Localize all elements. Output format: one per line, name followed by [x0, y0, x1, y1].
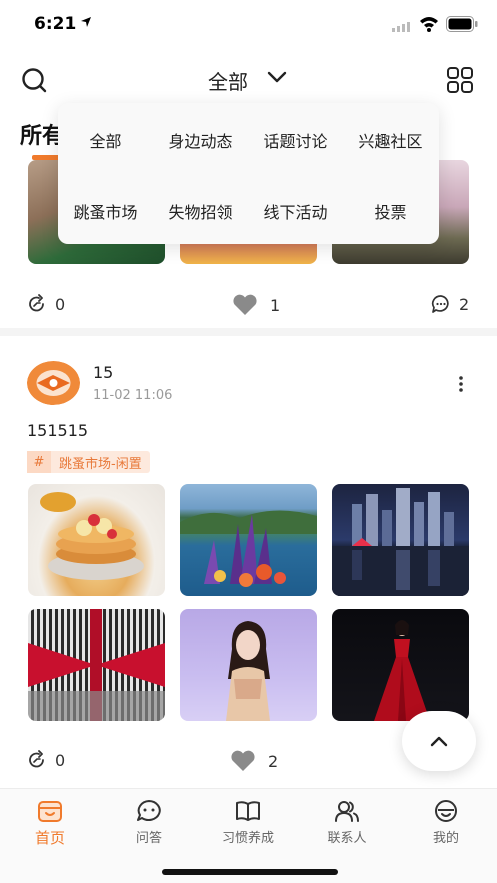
like-stat[interactable]: 1	[232, 294, 280, 316]
tab-qa-label: 问答	[135, 831, 162, 846]
search-icon[interactable]	[20, 66, 48, 94]
tab-home-label: 首页	[34, 829, 65, 847]
book-icon	[236, 801, 260, 821]
comment-count: 2	[459, 294, 470, 314]
post-tag[interactable]: # 跳蚤市场-闲置	[27, 451, 150, 473]
top-nav-bar: 全部	[0, 50, 497, 110]
share-count: 0	[55, 294, 66, 314]
tab-contacts-label: 联系人	[327, 831, 367, 846]
share-stat[interactable]: 0	[27, 294, 65, 314]
avatar[interactable]	[27, 361, 80, 405]
tab-home[interactable]: 首页	[10, 799, 90, 848]
category-option-nearby[interactable]: 身边动态	[153, 128, 248, 152]
like-count: 1	[270, 295, 281, 315]
contacts-icon	[335, 801, 359, 822]
post-content: 151515	[27, 421, 89, 440]
signal-icon	[392, 22, 410, 32]
home-indicator	[162, 869, 338, 875]
category-selector-title[interactable]: 全部	[208, 66, 248, 95]
post-image-city-night[interactable]	[332, 484, 469, 596]
post-image-portrait[interactable]	[180, 609, 317, 721]
comment-icon	[431, 295, 449, 313]
grid-menu-icon[interactable]	[446, 66, 474, 94]
share-stat[interactable]: 0	[27, 750, 65, 770]
more-options-icon[interactable]	[451, 374, 471, 394]
chevron-up-icon	[430, 736, 448, 747]
post-image-architecture[interactable]	[28, 609, 165, 721]
heart-icon	[233, 294, 257, 315]
share-icon	[29, 294, 44, 312]
category-option-vote[interactable]: 投票	[343, 199, 438, 223]
share-icon	[29, 750, 44, 768]
like-stat[interactable]: 2	[230, 750, 278, 772]
scroll-to-top-button[interactable]	[402, 711, 476, 771]
app-screen: 6:21 全部 0 1 2 所有 15 11-02 11:06 151515 #…	[0, 0, 497, 883]
tab-contacts[interactable]: 联系人	[307, 799, 387, 846]
location-arrow-icon	[81, 17, 91, 27]
tab-profile[interactable]: 我的	[406, 799, 486, 846]
share-count: 0	[55, 750, 66, 770]
wifi-icon	[420, 17, 438, 32]
heart-icon	[231, 750, 255, 771]
category-option-all[interactable]: 全部	[58, 128, 153, 152]
tab-habits-label: 习惯养成	[221, 831, 274, 846]
chat-bubble-icon	[137, 800, 161, 821]
status-time: 6:21	[34, 14, 77, 34]
tab-profile-label: 我的	[432, 831, 459, 846]
post-image-pancakes[interactable]	[28, 484, 165, 596]
category-dropdown: 全部 身边动态 话题讨论 兴趣社区 跳蚤市场 失物招领 线下活动 投票	[58, 103, 439, 244]
profile-icon	[435, 800, 457, 822]
post-time: 11-02 11:06	[93, 388, 173, 403]
tab-habits[interactable]: 习惯养成	[208, 799, 288, 846]
battery-icon	[446, 16, 478, 32]
category-option-lost-found[interactable]: 失物招领	[153, 199, 248, 223]
post-tag-label: 跳蚤市场-闲置	[59, 456, 142, 472]
comment-stat[interactable]: 2	[431, 294, 469, 314]
post-image-flowers-painting[interactable]	[180, 484, 317, 596]
hashtag-icon: #	[27, 451, 51, 473]
category-option-flea-market[interactable]: 跳蚤市场	[58, 199, 153, 223]
tab-qa[interactable]: 问答	[109, 799, 189, 846]
chevron-down-icon[interactable]	[266, 70, 288, 84]
home-icon	[38, 801, 62, 822]
category-option-interest[interactable]: 兴趣社区	[343, 128, 438, 152]
status-bar: 6:21	[0, 0, 497, 50]
post-username[interactable]: 15	[93, 363, 113, 382]
category-option-offline-events[interactable]: 线下活动	[248, 199, 343, 223]
post-image-red-dress[interactable]	[332, 609, 469, 721]
like-count: 2	[268, 751, 279, 771]
category-option-topics[interactable]: 话题讨论	[248, 128, 343, 152]
